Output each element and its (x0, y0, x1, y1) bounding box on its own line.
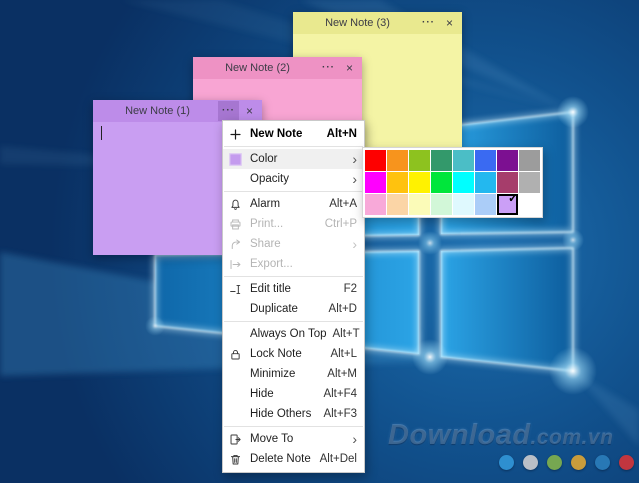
note-3-close-button[interactable]: × (439, 13, 460, 33)
lock-icon (229, 348, 250, 361)
move-to-icon (229, 433, 250, 446)
palette-color-swatch-18[interactable] (409, 194, 430, 215)
chevron-right-icon: › (352, 151, 357, 167)
bell-icon (229, 198, 250, 211)
palette-color-swatch-16[interactable] (365, 194, 386, 215)
menu-item-alarm[interactable]: Alarm Alt+A (223, 194, 364, 214)
trash-icon (229, 453, 250, 466)
chevron-right-icon: › (352, 431, 357, 447)
note-2-menu-button[interactable]: ··· (318, 58, 339, 78)
palette-color-swatch-15[interactable] (519, 172, 540, 193)
chevron-right-icon: › (352, 236, 357, 252)
menu-item-edit-title[interactable]: Edit title F2 (223, 279, 364, 299)
menu-separator (224, 426, 363, 427)
note-3-title: New Note (3) (325, 17, 390, 29)
note-3-menu-button[interactable]: ··· (418, 13, 439, 33)
note-1-title: New Note (1) (125, 105, 190, 117)
plus-icon (229, 128, 250, 141)
color-swatch-icon (229, 152, 250, 166)
palette-color-swatch-6[interactable] (497, 150, 518, 171)
menu-separator (224, 146, 363, 147)
palette-color-swatch-12[interactable] (453, 172, 474, 193)
menu-item-opacity[interactable]: Opacity › (223, 169, 364, 189)
menu-item-hide[interactable]: Hide Alt+F4 (223, 384, 364, 404)
menu-item-always-on-top[interactable]: Always On Top Alt+T (223, 324, 364, 344)
palette-color-swatch-17[interactable] (387, 194, 408, 215)
watermark: Download.com.vn (388, 419, 638, 452)
menu-item-duplicate[interactable]: Duplicate Alt+D (223, 299, 364, 319)
menu-item-hide-others[interactable]: Hide Others Alt+F3 (223, 404, 364, 424)
watermark-text: Download (388, 419, 531, 451)
palette-color-swatch-23[interactable] (519, 194, 540, 215)
menu-item-new-note[interactable]: New Note Alt+N (223, 124, 364, 144)
watermark-dot-5 (619, 455, 634, 470)
palette-color-swatch-7[interactable] (519, 150, 540, 171)
palette-color-swatch-8[interactable] (365, 172, 386, 193)
menu-item-color[interactable]: Color › (223, 149, 364, 169)
export-icon (229, 258, 250, 271)
menu-item-lock-note[interactable]: Lock Note Alt+L (223, 344, 364, 364)
menu-item-share[interactable]: Share › (223, 234, 364, 254)
menu-separator (224, 321, 363, 322)
desktop: Download.com.vn New Note (3) ··· × New N… (0, 0, 639, 483)
note-3-header[interactable]: New Note (3) ··· × (293, 12, 462, 34)
palette-color-swatch-1[interactable] (387, 150, 408, 171)
menu-separator (224, 191, 363, 192)
watermark-suffix: .com.vn (530, 426, 614, 449)
menu-item-print[interactable]: Print... Ctrl+P (223, 214, 364, 234)
palette-color-swatch-10[interactable] (409, 172, 430, 193)
palette-color-swatch-22[interactable]: ✓ (497, 191, 518, 215)
palette-color-swatch-20[interactable] (453, 194, 474, 215)
color-palette: ✓ (362, 147, 543, 218)
note-1-header[interactable]: New Note (1) ··· × (93, 100, 262, 122)
palette-color-swatch-3[interactable] (431, 150, 452, 171)
palette-color-swatch-19[interactable] (431, 194, 452, 215)
palette-color-swatch-9[interactable] (387, 172, 408, 193)
checkmark-icon: ✓ (507, 191, 518, 205)
note-context-menu: New Note Alt+N Color › Opacity › Alarm A… (222, 120, 365, 473)
rename-icon (229, 283, 250, 296)
menu-separator (224, 276, 363, 277)
palette-color-swatch-14[interactable] (497, 172, 518, 193)
printer-icon (229, 218, 250, 231)
watermark-dot-4 (595, 455, 610, 470)
palette-color-swatch-4[interactable] (453, 150, 474, 171)
share-icon (229, 238, 250, 251)
palette-color-swatch-5[interactable] (475, 150, 496, 171)
note-2-header[interactable]: New Note (2) ··· × (193, 57, 362, 79)
chevron-right-icon: › (352, 171, 357, 187)
palette-color-swatch-13[interactable] (475, 172, 496, 193)
watermark-dot-1 (523, 455, 538, 470)
watermark-dot-0 (499, 455, 514, 470)
text-cursor (101, 126, 102, 140)
watermark-dot-3 (571, 455, 586, 470)
watermark-dot-2 (547, 455, 562, 470)
menu-item-delete-note[interactable]: Delete Note Alt+Del (223, 449, 364, 469)
menu-item-export[interactable]: Export... (223, 254, 364, 274)
note-1-menu-button[interactable]: ··· (218, 101, 239, 121)
note-1-close-button[interactable]: × (239, 101, 260, 121)
palette-color-swatch-2[interactable] (409, 150, 430, 171)
menu-item-minimize[interactable]: Minimize Alt+M (223, 364, 364, 384)
note-2-close-button[interactable]: × (339, 58, 360, 78)
palette-color-swatch-0[interactable] (365, 150, 386, 171)
palette-color-swatch-11[interactable] (431, 172, 452, 193)
menu-item-move-to[interactable]: Move To › (223, 429, 364, 449)
note-2-title: New Note (2) (225, 62, 290, 74)
palette-color-swatch-21[interactable] (475, 194, 496, 215)
watermark-dots (499, 455, 634, 470)
